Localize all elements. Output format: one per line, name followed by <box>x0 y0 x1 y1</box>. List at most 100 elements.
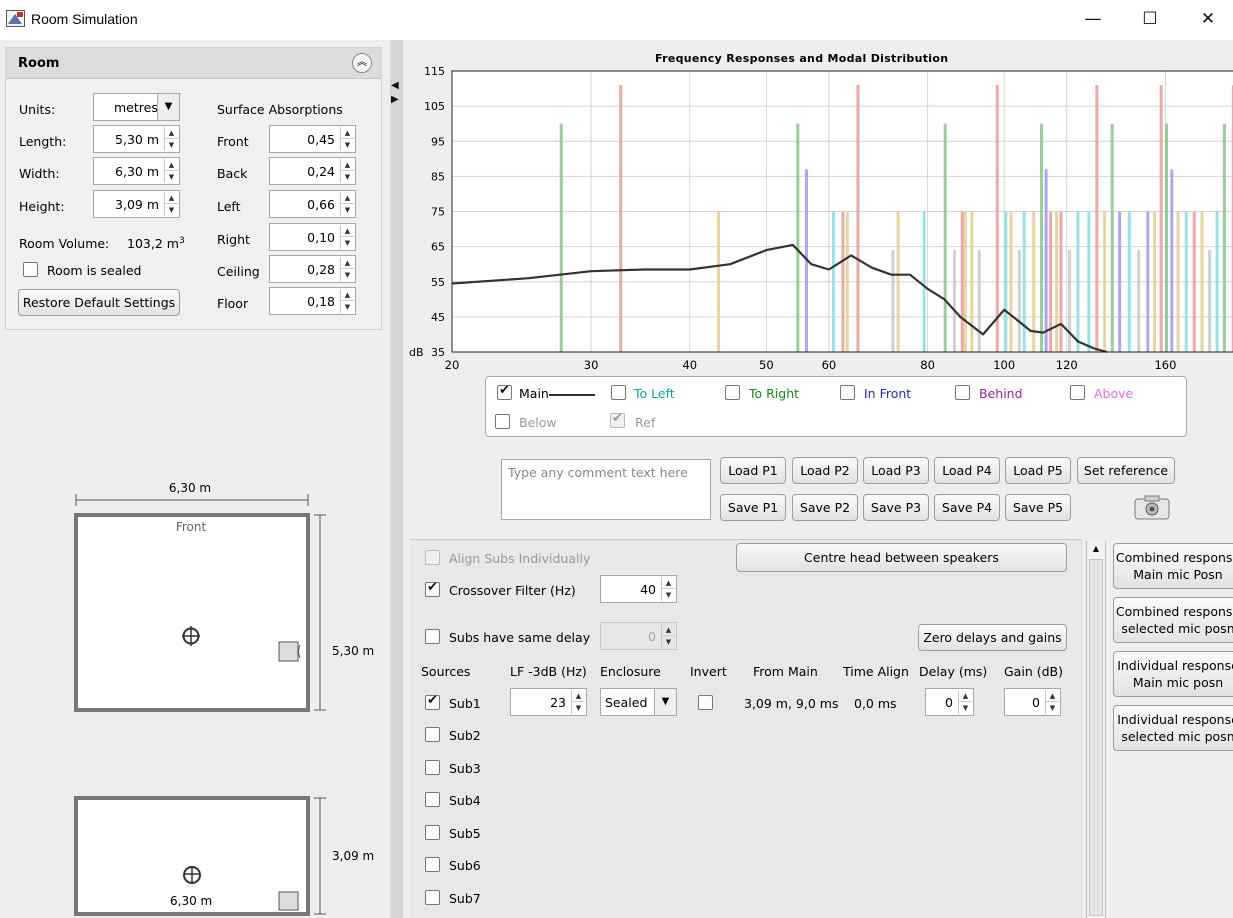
zero-delays-button[interactable]: Zero delays and gains <box>918 624 1067 651</box>
spin-down-icon[interactable]: ▼ <box>165 171 178 183</box>
absorption-back-input[interactable]: 0,24 ▲ ▼ <box>269 157 356 185</box>
individual-selected-button[interactable]: Individual response selected mic posn <box>1113 705 1233 751</box>
spin-down-icon[interactable]: ▼ <box>572 702 585 714</box>
camera-icon[interactable] <box>1133 494 1171 521</box>
restore-defaults-button[interactable]: Restore Default Settings <box>18 289 180 316</box>
spin-up-icon[interactable]: ▲ <box>341 289 354 301</box>
spin-up-icon[interactable]: ▲ <box>341 192 354 204</box>
centre-head-button[interactable]: Centre head between speakers <box>736 543 1067 572</box>
load-p1-button[interactable]: Load P1 <box>720 457 786 484</box>
sub1-checkbox[interactable] <box>425 693 440 710</box>
collapse-icon[interactable]: ︽ <box>352 53 372 73</box>
spin-down-icon[interactable]: ▼ <box>662 589 675 601</box>
spin-down-icon[interactable]: ▼ <box>165 204 178 216</box>
spin-up-icon[interactable]: ▲ <box>341 225 354 237</box>
sub1-enclosure-select[interactable]: Sealed ▼ <box>600 688 677 716</box>
expand-right-icon[interactable]: ▶ <box>391 94 399 105</box>
frequency-response-chart[interactable]: 35 45 55 65 75 85 95 105 115 dB 20 30 40 50 60 80 100 120… <box>403 64 1233 374</box>
legend-in-front-checkbox[interactable] <box>840 385 855 400</box>
sub4-checkbox[interactable] <box>425 792 440 807</box>
listener-side-icon[interactable] <box>183 866 201 884</box>
combined-selected-button[interactable]: Combined response selected mic posn <box>1113 597 1233 643</box>
minimize-button[interactable]: — <box>1081 8 1105 32</box>
sub1-gain-input[interactable]: 0 ▲ ▼ <box>1004 688 1061 716</box>
spin-up-icon[interactable]: ▲ <box>662 577 675 589</box>
room-sealed-checkbox[interactable] <box>23 262 38 277</box>
legend-main-checkbox[interactable] <box>497 383 512 400</box>
save-p2-button[interactable]: Save P2 <box>792 494 858 521</box>
sub6-checkbox[interactable] <box>425 857 440 872</box>
spin-down-icon[interactable]: ▼ <box>662 636 675 648</box>
sub-speaker-side-icon[interactable] <box>278 891 299 911</box>
close-button[interactable]: ✕ <box>1196 8 1220 32</box>
sub-speaker-icon[interactable] <box>278 641 299 662</box>
spin-down-icon[interactable]: ▼ <box>341 139 354 151</box>
spin-down-icon[interactable]: ▼ <box>341 237 354 249</box>
absorption-front-input[interactable]: 0,45 ▲ ▼ <box>269 125 356 153</box>
legend-ref-checkbox[interactable] <box>610 411 625 428</box>
absorption-floor-input[interactable]: 0,18 ▲ ▼ <box>269 287 356 315</box>
legend-to-left-checkbox[interactable] <box>611 385 626 400</box>
sub1-lf-input[interactable]: 23 ▲ ▼ <box>510 688 587 716</box>
individual-main-button[interactable]: Individual response Main mic posn <box>1113 651 1233 697</box>
sub2-checkbox[interactable] <box>425 727 440 742</box>
sub7-checkbox[interactable] <box>425 890 440 905</box>
spin-down-icon[interactable]: ▼ <box>1046 702 1059 714</box>
comment-input[interactable]: Type any comment text here <box>501 459 711 520</box>
length-input[interactable]: 5,30 m ▲ ▼ <box>93 125 180 153</box>
same-delay-checkbox[interactable] <box>425 629 440 644</box>
height-input[interactable]: 3,09 m ▲ ▼ <box>93 190 180 218</box>
absorption-ceiling-input[interactable]: 0,28 ▲ ▼ <box>269 255 356 283</box>
spin-down-icon[interactable]: ▼ <box>341 204 354 216</box>
spin-up-icon[interactable]: ▲ <box>341 127 354 139</box>
room-panel-header[interactable]: Room ︽ <box>6 48 381 79</box>
collapse-left-icon[interactable]: ◀ <box>391 80 399 91</box>
crossover-input[interactable]: 40 ▲ ▼ <box>600 575 677 603</box>
align-subs-checkbox[interactable] <box>425 550 440 565</box>
spin-down-icon[interactable]: ▼ <box>341 269 354 281</box>
sub5-checkbox[interactable] <box>425 825 440 840</box>
spin-up-icon[interactable]: ▲ <box>341 257 354 269</box>
spin-up-icon[interactable]: ▲ <box>1046 690 1059 702</box>
same-delay-input[interactable]: 0 ▲ ▼ <box>600 622 677 650</box>
width-input[interactable]: 6,30 m ▲ ▼ <box>93 157 180 185</box>
spin-up-icon[interactable]: ▲ <box>165 192 178 204</box>
absorption-left-input[interactable]: 0,66 ▲ ▼ <box>269 190 356 218</box>
load-p2-button[interactable]: Load P2 <box>792 457 858 484</box>
crossover-checkbox[interactable] <box>425 580 440 597</box>
spin-up-icon[interactable]: ▲ <box>572 690 585 702</box>
absorption-right-input[interactable]: 0,10 ▲ ▼ <box>269 223 356 251</box>
save-p1-button[interactable]: Save P1 <box>720 494 786 521</box>
spin-up-icon[interactable]: ▲ <box>662 624 675 636</box>
sub3-checkbox[interactable] <box>425 760 440 775</box>
sub1-invert-checkbox[interactable] <box>698 695 713 710</box>
legend-below-checkbox[interactable] <box>495 414 510 429</box>
save-p3-button[interactable]: Save P3 <box>863 494 929 521</box>
subs-scrollbar[interactable]: ▲ <box>1086 541 1106 918</box>
spin-down-icon[interactable]: ▼ <box>959 702 972 714</box>
legend-to-right-checkbox[interactable] <box>725 385 740 400</box>
spin-down-icon[interactable]: ▼ <box>341 171 354 183</box>
spin-up-icon[interactable]: ▲ <box>341 159 354 171</box>
legend-above-checkbox[interactable] <box>1070 385 1085 400</box>
spin-down-icon[interactable]: ▼ <box>341 301 354 313</box>
maximize-button[interactable]: ☐ <box>1138 8 1162 32</box>
spin-up-icon[interactable]: ▲ <box>959 690 972 702</box>
spin-down-icon[interactable]: ▼ <box>165 139 178 151</box>
spin-up-icon[interactable]: ▲ <box>165 127 178 139</box>
splitter[interactable]: ◀ ▶ <box>390 40 403 918</box>
scroll-up-icon[interactable]: ▲ <box>1089 544 1103 560</box>
load-p5-button[interactable]: Load P5 <box>1005 457 1071 484</box>
sub1-delay-input[interactable]: 0 ▲ ▼ <box>925 688 974 716</box>
legend-behind-checkbox[interactable] <box>955 385 970 400</box>
load-p3-button[interactable]: Load P3 <box>863 457 929 484</box>
save-p4-button[interactable]: Save P4 <box>934 494 1000 521</box>
combined-main-button[interactable]: Combined response Main mic Posn <box>1113 543 1233 589</box>
units-select[interactable]: metres ▼ <box>93 93 180 121</box>
mode-bar <box>1118 211 1122 352</box>
set-reference-button[interactable]: Set reference <box>1077 457 1175 484</box>
scroll-thumb[interactable] <box>1089 559 1103 916</box>
save-p5-button[interactable]: Save P5 <box>1005 494 1071 521</box>
spin-up-icon[interactable]: ▲ <box>165 159 178 171</box>
load-p4-button[interactable]: Load P4 <box>934 457 1000 484</box>
